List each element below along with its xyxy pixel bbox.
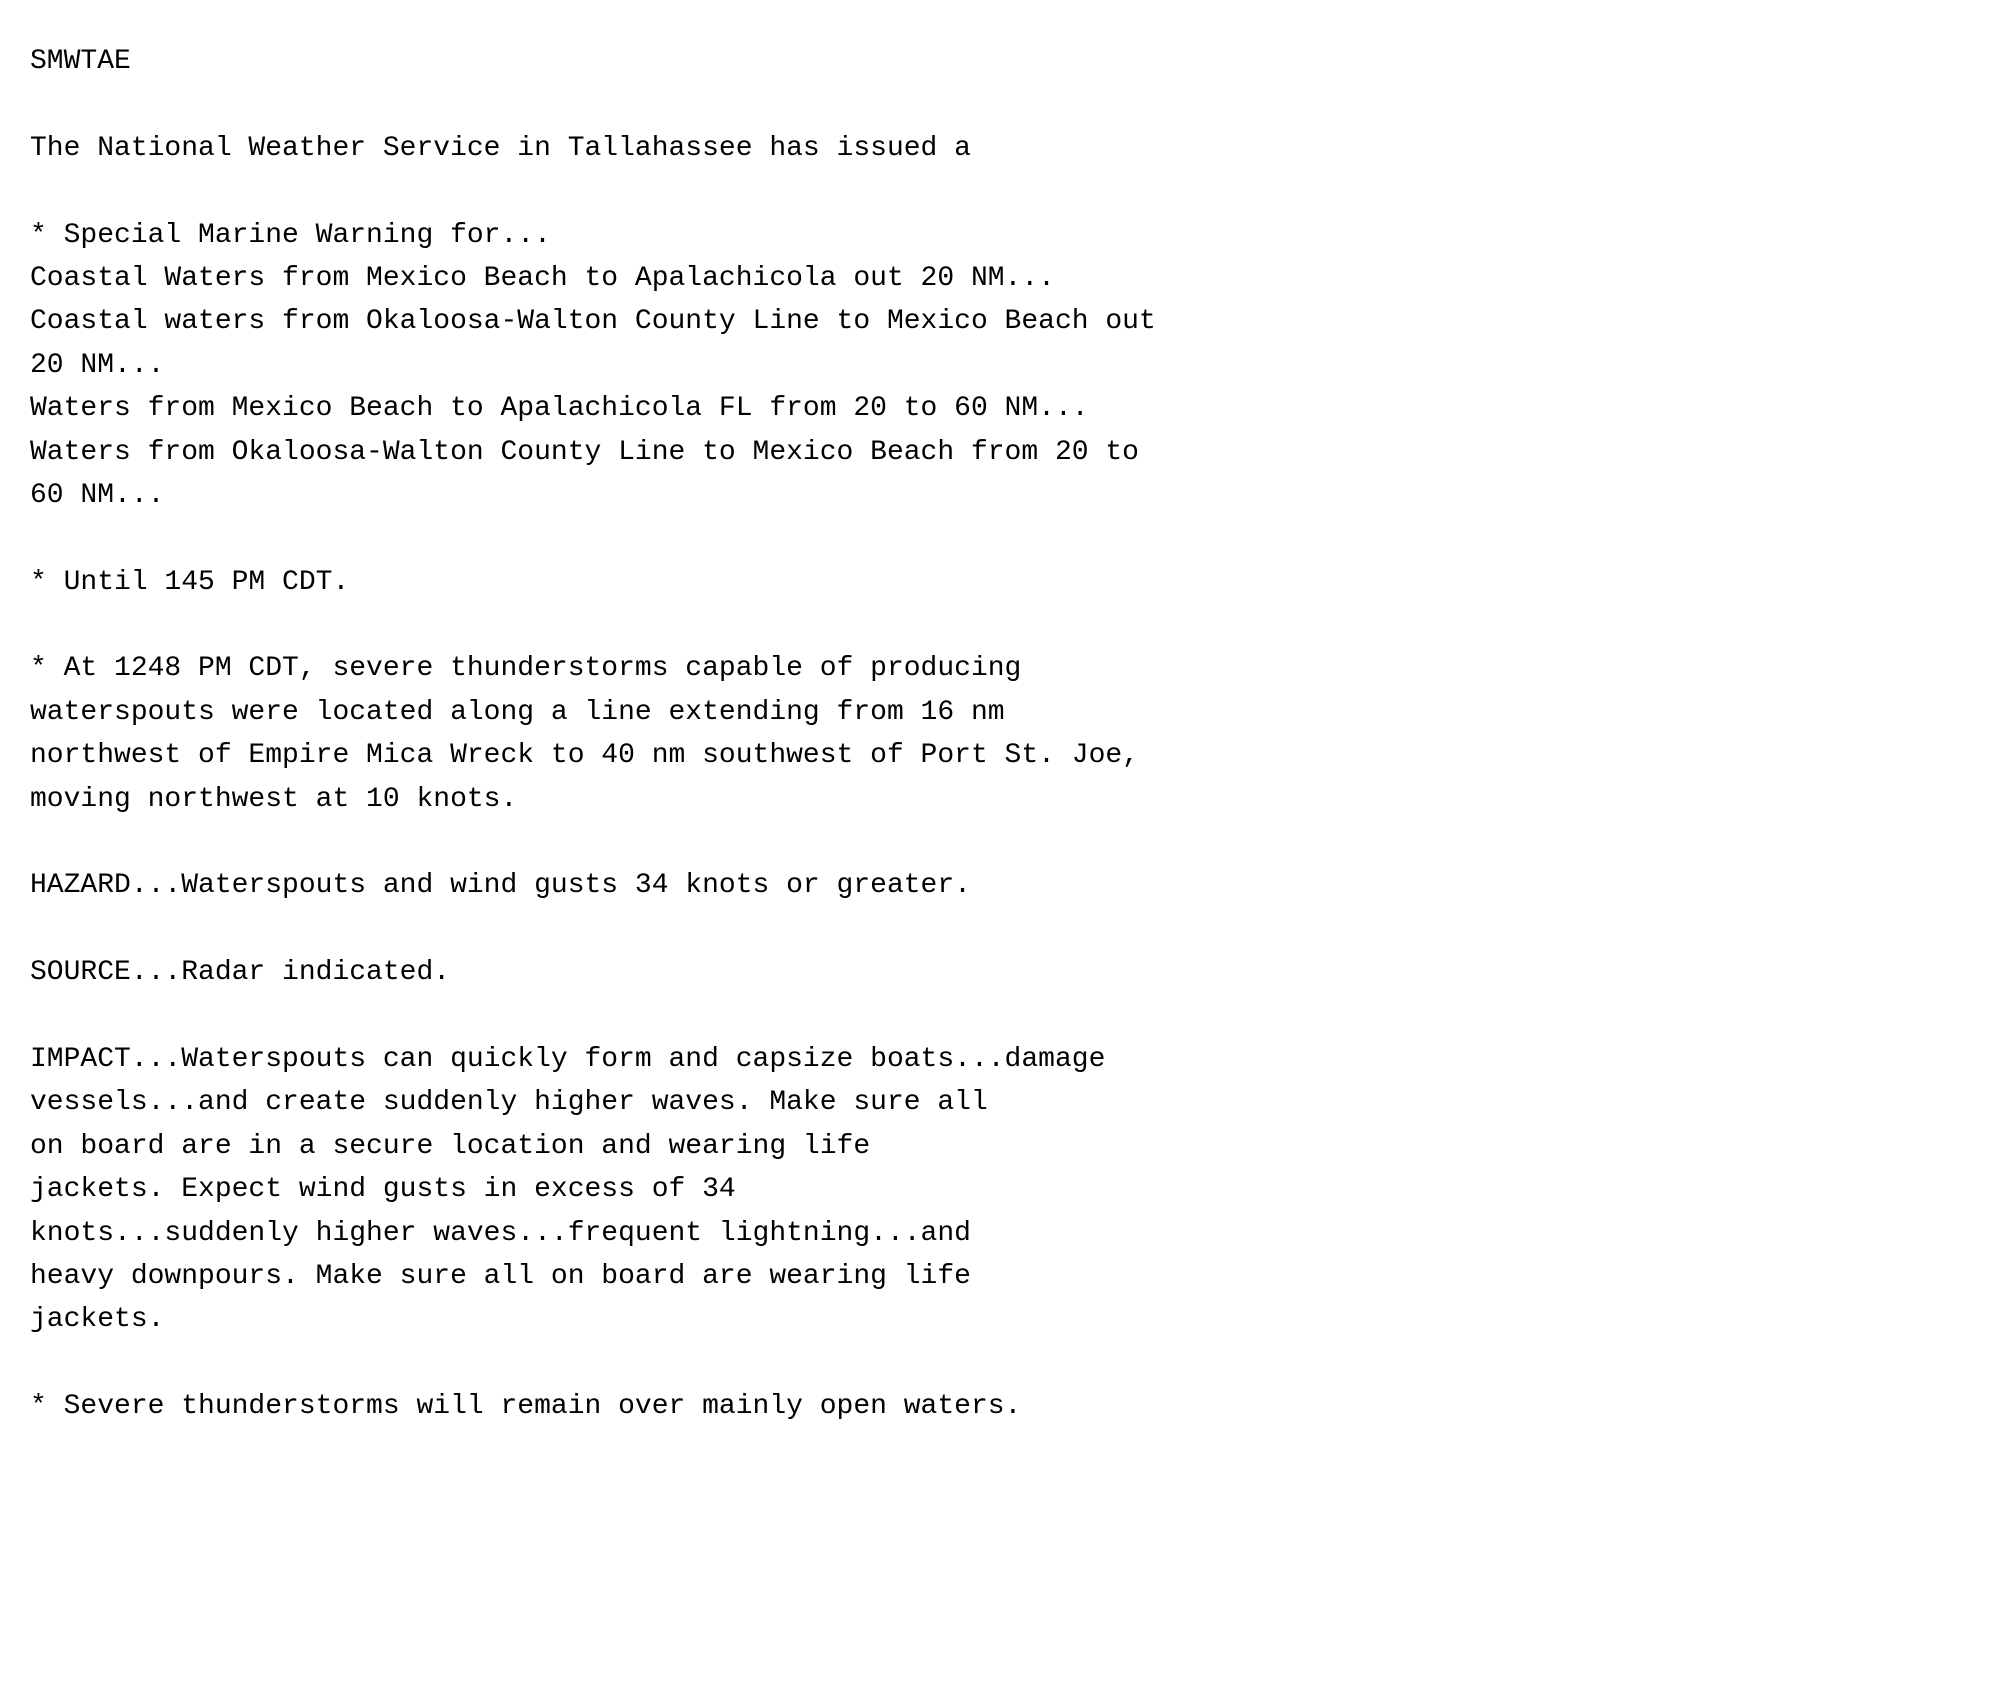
source-paragraph: SOURCE...Radar indicated. — [30, 951, 1970, 994]
until-paragraph: * Until 145 PM CDT. — [30, 561, 1970, 604]
impact-line-2: vessels...and create suddenly higher wav… — [30, 1081, 1970, 1124]
spacer-1 — [30, 170, 1970, 213]
spacer-4 — [30, 821, 1970, 864]
zones-paragraph: * Special Marine Warning for... Coastal … — [30, 214, 1970, 518]
storm-line-1: * At 1248 PM CDT, severe thunderstorms c… — [30, 647, 1970, 690]
storm-paragraph: * At 1248 PM CDT, severe thunderstorms c… — [30, 647, 1970, 821]
intro-line-1: The National Weather Service in Tallahas… — [30, 127, 1970, 170]
spacer-after-header — [30, 83, 1970, 126]
intro-paragraph: The National Weather Service in Tallahas… — [30, 127, 1970, 170]
impact-line-5: knots...suddenly higher waves...frequent… — [30, 1212, 1970, 1255]
zones-line-3: Coastal waters from Okaloosa-Walton Coun… — [30, 300, 1970, 343]
impact-line-6: heavy downpours. Make sure all on board … — [30, 1255, 1970, 1298]
zones-line-4: 20 NM... — [30, 344, 1970, 387]
hazard-line-1: HAZARD...Waterspouts and wind gusts 34 k… — [30, 864, 1970, 907]
impact-paragraph: IMPACT...Waterspouts can quickly form an… — [30, 1038, 1970, 1342]
zones-line-6: Waters from Okaloosa-Walton County Line … — [30, 431, 1970, 474]
zones-line-7: 60 NM... — [30, 474, 1970, 517]
impact-line-3: on board are in a secure location and we… — [30, 1125, 1970, 1168]
zones-line-5: Waters from Mexico Beach to Apalachicola… — [30, 387, 1970, 430]
spacer-5 — [30, 908, 1970, 951]
main-content: SMWTAE The National Weather Service in T… — [30, 40, 1970, 1429]
storm-line-4: moving northwest at 10 knots. — [30, 778, 1970, 821]
impact-line-1: IMPACT...Waterspouts can quickly form an… — [30, 1038, 1970, 1081]
zones-line-1: * Special Marine Warning for... — [30, 214, 1970, 257]
footer-paragraph: * Severe thunderstorms will remain over … — [30, 1385, 1970, 1428]
impact-line-7: jackets. — [30, 1298, 1970, 1341]
hazard-paragraph: HAZARD...Waterspouts and wind gusts 34 k… — [30, 864, 1970, 907]
footer-line-1: * Severe thunderstorms will remain over … — [30, 1385, 1970, 1428]
until-line-1: * Until 145 PM CDT. — [30, 561, 1970, 604]
zones-line-2: Coastal Waters from Mexico Beach to Apal… — [30, 257, 1970, 300]
spacer-7 — [30, 1342, 1970, 1385]
spacer-3 — [30, 604, 1970, 647]
spacer-6 — [30, 995, 1970, 1038]
storm-line-3: northwest of Empire Mica Wreck to 40 nm … — [30, 734, 1970, 777]
header-code: SMWTAE — [30, 40, 1970, 83]
impact-line-4: jackets. Expect wind gusts in excess of … — [30, 1168, 1970, 1211]
storm-line-2: waterspouts were located along a line ex… — [30, 691, 1970, 734]
source-line-1: SOURCE...Radar indicated. — [30, 951, 1970, 994]
spacer-2 — [30, 517, 1970, 560]
